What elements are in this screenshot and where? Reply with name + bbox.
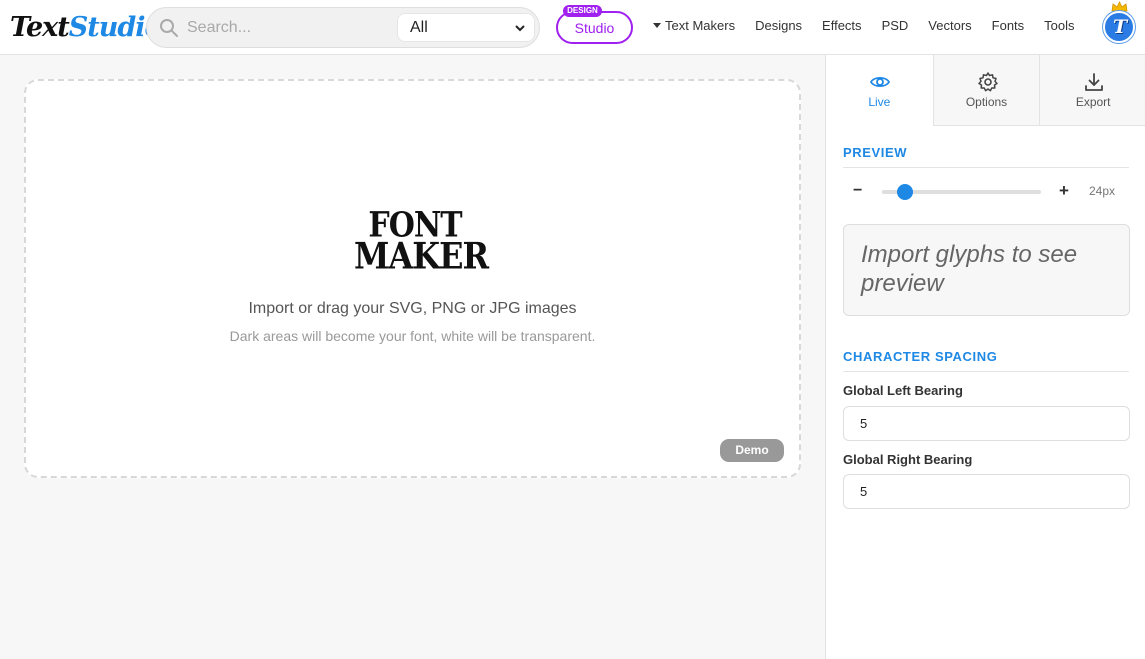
nav-psd[interactable]: PSD — [882, 18, 909, 33]
image-drop-zone[interactable]: FONT MAKER Import or drag your SVG, PNG … — [24, 79, 801, 478]
preview-size-value: 24px — [1089, 184, 1116, 198]
design-badge: DESIGN — [563, 5, 602, 17]
tab-options-label: Options — [965, 95, 1008, 109]
font-maker-logo: FONT MAKER — [354, 208, 489, 278]
tab-export-label: Export — [1075, 95, 1111, 109]
font-maker-logo-line2: MAKER — [354, 234, 489, 278]
tab-live-label: Live — [868, 95, 891, 109]
textstudio-logo[interactable]: Text Studio — [10, 8, 162, 46]
nav-designs[interactable]: Designs — [755, 18, 802, 33]
right-bearing-input[interactable] — [843, 474, 1130, 509]
nav-text-makers[interactable]: Text Makers — [653, 18, 735, 33]
right-bearing-label: Global Right Bearing — [843, 452, 973, 467]
nav-effects[interactable]: Effects — [822, 18, 862, 33]
avatar-letter: T — [1113, 16, 1128, 38]
left-bearing-input[interactable] — [843, 406, 1130, 441]
right-panel: Live Options Export PREVIEW − + 24px Imp… — [825, 55, 1145, 659]
import-hint: Dark areas will become your font, white … — [229, 328, 596, 344]
panel-tabs: Live Options Export — [826, 55, 1145, 126]
search-category-select[interactable]: All — [397, 13, 535, 42]
search-input[interactable] — [187, 17, 387, 39]
gear-icon — [977, 72, 998, 92]
live-preview-box: Import glyphs to see preview — [843, 224, 1130, 316]
tab-live[interactable]: Live — [826, 55, 933, 126]
search-bar: All — [146, 7, 540, 48]
character-spacing-title: CHARACTER SPACING — [843, 349, 998, 364]
user-avatar[interactable]: T — [1103, 11, 1135, 43]
preview-section-title: PREVIEW — [843, 145, 908, 160]
decrease-size-button[interactable]: − — [853, 182, 862, 200]
import-instruction: Import or drag your SVG, PNG or JPG imag… — [248, 300, 577, 317]
left-bearing-label: Global Left Bearing — [843, 383, 963, 398]
nav-text-makers-label: Text Makers — [665, 18, 736, 33]
tab-options[interactable]: Options — [932, 55, 1040, 126]
studio-button-label: Studio — [574, 20, 615, 36]
chevron-down-icon — [515, 25, 525, 32]
logo-text-part1: Text — [10, 11, 70, 43]
spacing-divider — [843, 371, 1129, 372]
download-icon — [1085, 73, 1104, 91]
tab-export[interactable]: Export — [1039, 55, 1145, 126]
caret-down-icon — [653, 23, 661, 29]
preview-placeholder-text: Import glyphs to see preview — [861, 241, 1078, 297]
top-header: TextStudio All Studio DESIGN Text Makers… — [0, 0, 1145, 55]
preview-divider — [843, 167, 1129, 168]
search-icon[interactable] — [159, 18, 179, 38]
eye-icon — [869, 76, 891, 88]
search-category-value: All — [410, 19, 428, 36]
nav-vectors[interactable]: Vectors — [928, 18, 971, 33]
increase-size-button[interactable]: + — [1059, 181, 1069, 201]
preview-size-slider-handle[interactable] — [896, 184, 913, 200]
demo-button[interactable]: Demo — [720, 439, 784, 462]
nav-tools[interactable]: Tools — [1044, 18, 1074, 33]
nav-fonts[interactable]: Fonts — [992, 18, 1025, 33]
main-nav: Text Makers Designs Effects PSD Vectors … — [653, 18, 1095, 33]
